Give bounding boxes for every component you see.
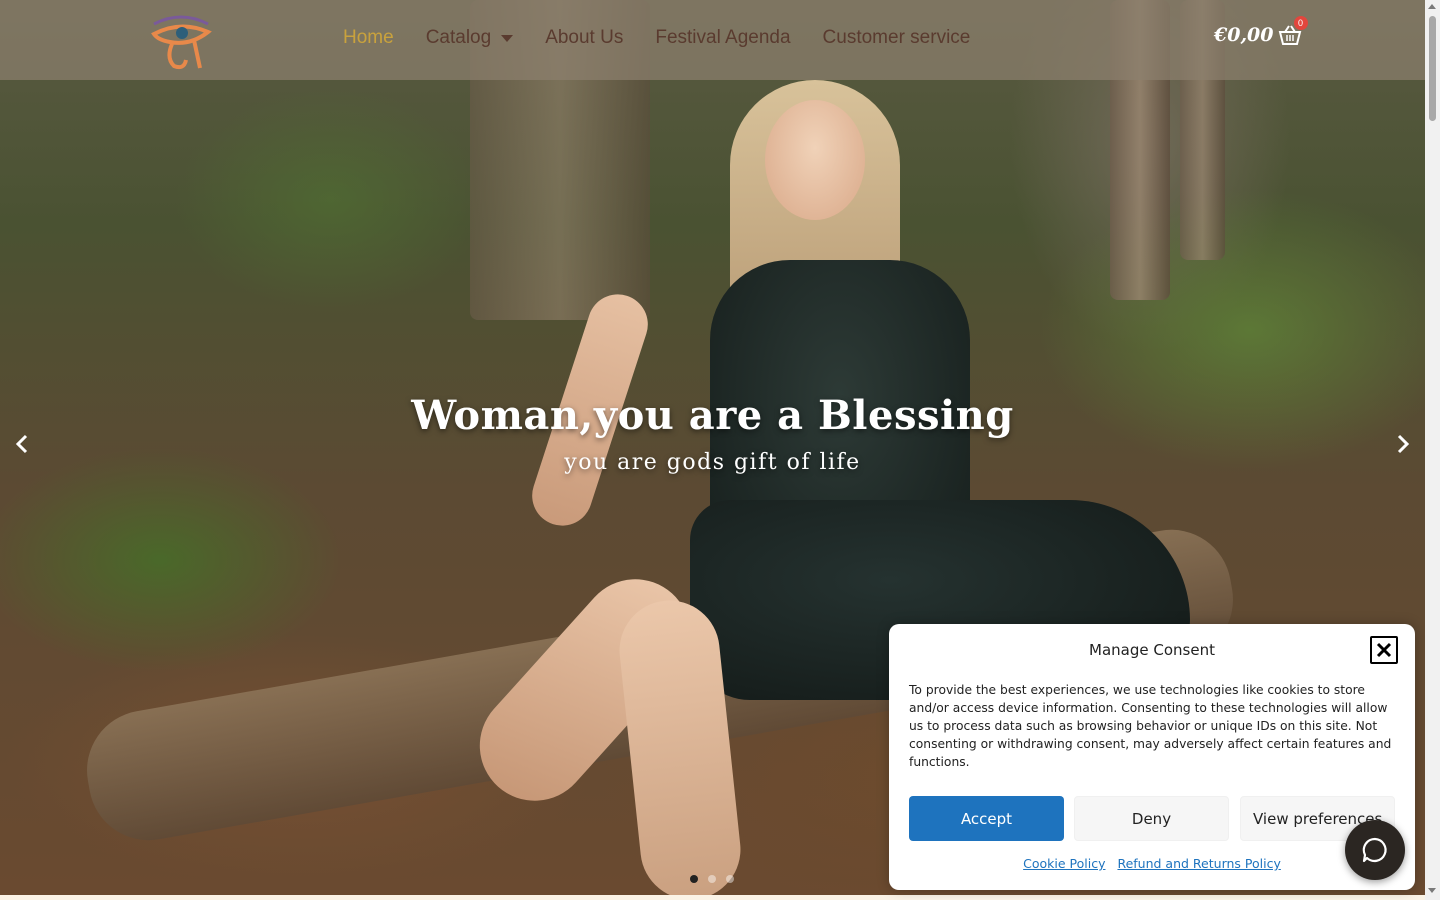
slide-subtitle: you are gods gift of life — [564, 450, 861, 475]
cookie-consent-dialog: Manage Consent To provide the best exper… — [889, 624, 1415, 890]
cart-button[interactable]: €0,00 0 — [1214, 16, 1308, 46]
main-navigation: Home Catalog About Us Festival Agenda Cu… — [343, 27, 1002, 49]
consent-links: Cookie Policy Refund and Returns Policy — [889, 856, 1415, 871]
cookie-policy-link[interactable]: Cookie Policy — [1023, 856, 1105, 871]
slider-dot[interactable] — [690, 875, 698, 883]
caret-down-icon — [501, 34, 514, 42]
chat-bubble-icon — [1362, 837, 1387, 863]
scroll-thumb[interactable] — [1429, 16, 1436, 121]
slider-pagination — [690, 875, 734, 883]
chevron-left-icon — [15, 434, 28, 454]
scroll-down-arrow-icon[interactable] — [1428, 888, 1436, 893]
site-header: Home Catalog About Us Festival Agenda Cu… — [0, 0, 1425, 80]
slide-title: Woman,you are a Blessing — [411, 392, 1014, 439]
chat-widget-button[interactable] — [1345, 820, 1405, 880]
nav-customer-service[interactable]: Customer service — [823, 27, 971, 49]
cart-count-badge: 0 — [1293, 16, 1308, 30]
cart-total: €0,00 — [1214, 24, 1274, 46]
accept-button[interactable]: Accept — [909, 796, 1064, 841]
close-icon — [1376, 642, 1392, 658]
scroll-up-arrow-icon[interactable] — [1428, 4, 1436, 9]
consent-close-button[interactable] — [1370, 636, 1398, 664]
nav-home[interactable]: Home — [343, 27, 394, 49]
basket-icon: 0 — [1278, 16, 1308, 46]
refund-policy-link[interactable]: Refund and Returns Policy — [1117, 856, 1280, 871]
eye-of-horus-icon — [151, 15, 212, 70]
slider-prev-button[interactable] — [11, 432, 35, 456]
nav-about-us[interactable]: About Us — [545, 27, 623, 49]
consent-description: To provide the best experiences, we use … — [909, 683, 1392, 769]
page-scrollbar[interactable] — [1425, 0, 1440, 900]
slider-dot[interactable] — [726, 875, 734, 883]
chevron-right-icon — [1397, 434, 1410, 454]
slider-next-button[interactable] — [1390, 432, 1414, 456]
slider-dot[interactable] — [708, 875, 716, 883]
site-logo[interactable] — [150, 12, 212, 70]
deny-button[interactable]: Deny — [1074, 796, 1229, 841]
consent-title: Manage Consent — [1089, 641, 1215, 659]
nav-catalog[interactable]: Catalog — [426, 27, 514, 49]
nav-festival-agenda[interactable]: Festival Agenda — [655, 27, 790, 49]
